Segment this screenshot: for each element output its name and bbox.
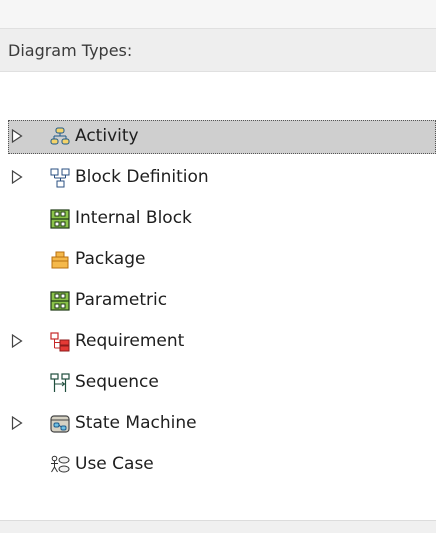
top-strip	[0, 0, 436, 28]
tree-item-label: Internal Block	[75, 208, 192, 228]
tree-item-label: Package	[75, 249, 146, 269]
tree-item-activity[interactable]: Activity	[0, 116, 436, 157]
internal-block-icon	[50, 209, 70, 229]
activity-diagram-icon	[50, 127, 70, 145]
parametric-icon	[50, 291, 70, 311]
tree-item-use-case[interactable]: Use Case	[0, 444, 436, 485]
sequence-icon	[50, 373, 70, 392]
expand-arrow-icon[interactable]	[11, 416, 23, 430]
expand-arrow-icon[interactable]	[11, 334, 23, 348]
block-definition-icon	[50, 168, 70, 188]
expand-arrow-icon[interactable]	[11, 129, 23, 143]
tree-item-label: Parametric	[75, 290, 168, 310]
tree-item-block-definition[interactable]: Block Definition	[0, 157, 436, 198]
use-case-icon	[51, 455, 70, 473]
selection-highlight	[8, 120, 436, 154]
requirement-icon	[50, 332, 70, 352]
panel-header: Diagram Types:	[0, 28, 436, 72]
tree-item-state-machine[interactable]: State Machine	[0, 403, 436, 444]
tree-item-label: Block Definition	[75, 167, 209, 187]
tree-item-label: Sequence	[75, 372, 159, 392]
tree-item-internal-block[interactable]: Internal Block	[0, 198, 436, 239]
tree-item-label: Requirement	[75, 331, 185, 351]
tree-item-parametric[interactable]: Parametric	[0, 280, 436, 321]
package-icon	[51, 251, 69, 269]
bottom-bar	[0, 520, 436, 533]
diagram-type-tree: Activity Block Definition Internal Block	[0, 116, 436, 485]
state-machine-icon	[50, 415, 70, 433]
tree-item-requirement[interactable]: Requirement	[0, 321, 436, 362]
tree-item-sequence[interactable]: Sequence	[0, 362, 436, 403]
tree-item-label: Activity	[75, 126, 139, 146]
tree-item-label: Use Case	[75, 454, 154, 474]
tree-item-package[interactable]: Package	[0, 239, 436, 280]
expand-arrow-icon[interactable]	[11, 170, 23, 184]
tree-item-label: State Machine	[75, 413, 197, 433]
panel-header-label: Diagram Types:	[8, 41, 133, 60]
